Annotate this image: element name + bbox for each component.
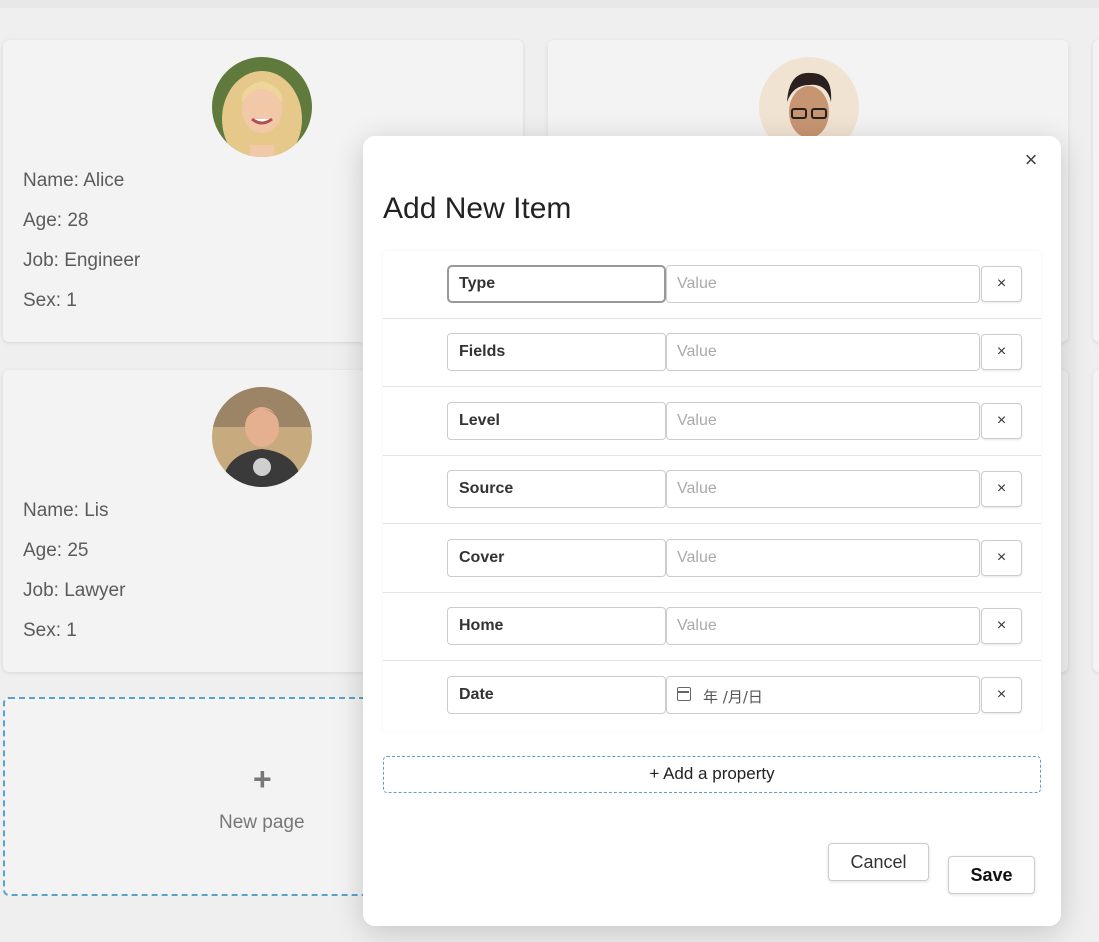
delete-property-button[interactable]: × — [981, 403, 1022, 439]
property-row: × — [383, 319, 1041, 387]
cancel-button[interactable]: Cancel — [828, 843, 929, 881]
delete-property-button[interactable]: × — [981, 471, 1022, 507]
person-card-edge — [1093, 370, 1099, 672]
calendar-icon[interactable] — [677, 687, 691, 701]
property-key-input[interactable] — [447, 333, 666, 371]
property-key-input[interactable] — [447, 607, 666, 645]
property-key-input[interactable] — [447, 402, 666, 440]
delete-property-button[interactable]: × — [981, 266, 1022, 302]
card-name: Name: Lis — [23, 500, 109, 521]
property-row: × — [383, 456, 1041, 524]
card-sex: Sex: 1 — [23, 290, 77, 311]
property-list: × × × × × × — [383, 251, 1041, 731]
property-row: × — [383, 525, 1041, 593]
add-item-modal: × Add New Item × × × × × — [363, 136, 1061, 926]
property-key-input[interactable] — [447, 539, 666, 577]
date-input[interactable]: 年 /月/日 — [666, 676, 980, 714]
property-value-input[interactable] — [666, 607, 980, 645]
property-key-input[interactable] — [447, 470, 666, 508]
property-key-input[interactable] — [447, 265, 666, 303]
delete-property-button[interactable]: × — [981, 677, 1022, 713]
avatar — [212, 387, 312, 487]
save-button[interactable]: Save — [948, 856, 1035, 894]
modal-title: Add New Item — [383, 192, 572, 225]
card-job: Job: Lawyer — [23, 580, 126, 601]
person-card-edge — [1093, 40, 1099, 342]
delete-property-button[interactable]: × — [981, 608, 1022, 644]
card-job: Job: Engineer — [23, 250, 141, 271]
avatar — [212, 57, 312, 157]
property-row: 年 /月/日 × — [383, 662, 1041, 730]
new-page-label: New page — [219, 812, 305, 833]
property-value-input[interactable] — [666, 265, 980, 303]
add-property-button[interactable]: + Add a property — [383, 756, 1041, 793]
property-row: × — [383, 251, 1041, 319]
card-age: Age: 28 — [23, 210, 89, 231]
property-row: × — [383, 388, 1041, 456]
property-value-input[interactable] — [666, 402, 980, 440]
plus-icon: + — [253, 761, 272, 797]
delete-property-button[interactable]: × — [981, 540, 1022, 576]
property-row: × — [383, 593, 1041, 661]
card-sex: Sex: 1 — [23, 620, 77, 641]
property-value-input[interactable] — [666, 333, 980, 371]
card-age: Age: 25 — [23, 540, 89, 561]
delete-property-button[interactable]: × — [981, 334, 1022, 370]
date-placeholder: 年 /月/日 — [703, 688, 763, 706]
card-name: Name: Alice — [23, 170, 125, 191]
close-icon[interactable]: × — [1019, 148, 1043, 172]
property-key-input[interactable] — [447, 676, 666, 714]
property-value-input[interactable] — [666, 539, 980, 577]
property-value-input[interactable] — [666, 470, 980, 508]
top-bar — [0, 0, 1099, 8]
